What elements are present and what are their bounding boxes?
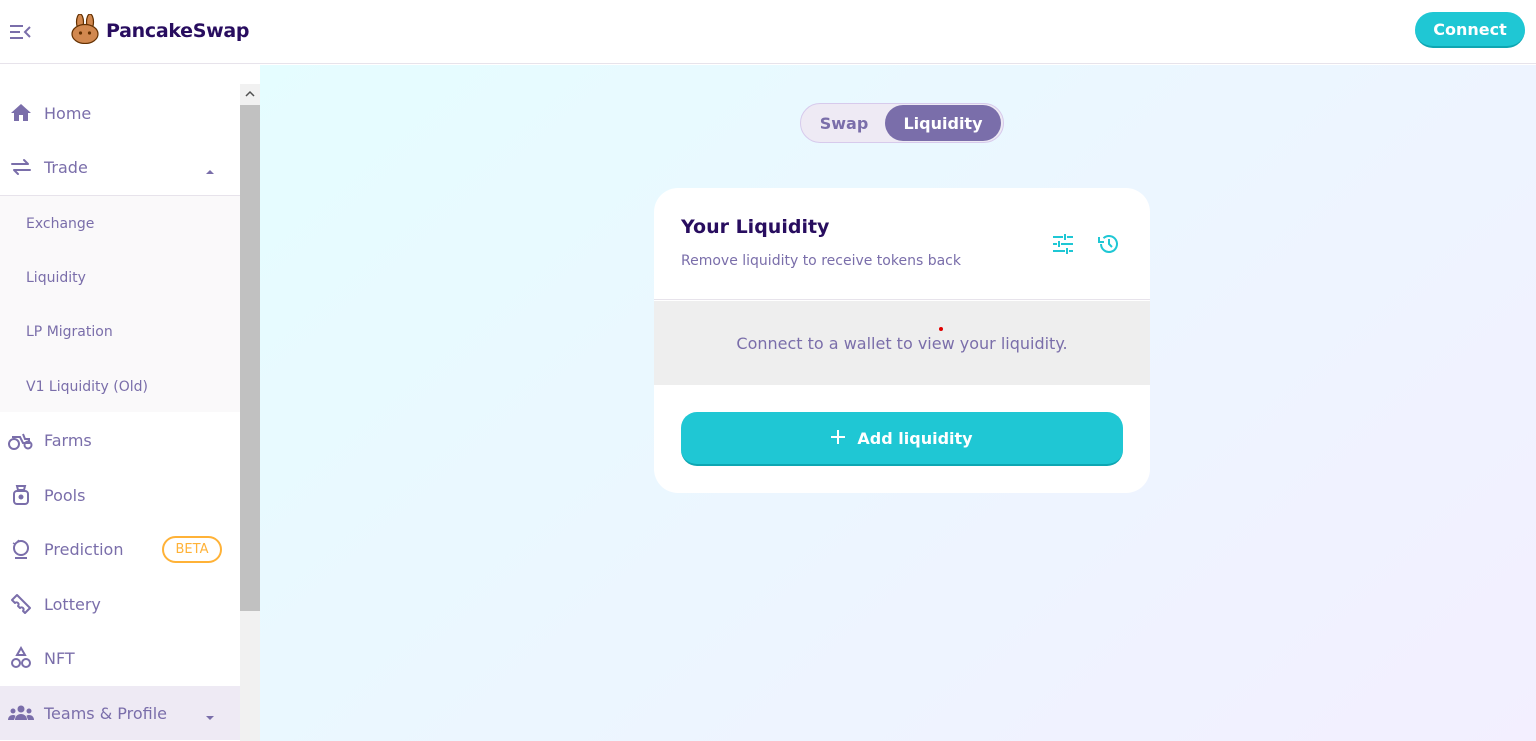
sidebar-item-label: Pools [44,485,86,505]
caret-down-icon [204,708,216,727]
settings-sliders-icon[interactable] [1050,231,1076,257]
sidebar: Home Trade Exchange Liquidity LP Migrati… [0,65,240,741]
sidebar-item-label: Home [44,103,92,123]
crystal-ball-icon [8,536,34,562]
tab-swap[interactable]: Swap [803,105,885,141]
sidebar-item-label: NFT [44,648,75,668]
beta-badge: BETA [162,536,222,563]
connect-wallet-button[interactable]: Connect [1415,12,1525,48]
card-header: Your Liquidity Remove liquidity to recei… [654,188,1150,300]
liquidity-card: Your Liquidity Remove liquidity to recei… [654,188,1150,493]
ticket-icon [8,591,34,617]
add-liquidity-button[interactable]: Add liquidity [681,412,1123,466]
sidebar-item-pools[interactable]: Pools [0,468,240,522]
plus-icon [831,429,846,448]
sidebar-item-label: Lottery [44,594,101,614]
submenu-item-liquidity[interactable]: Liquidity [0,251,240,305]
sidebar-item-lottery[interactable]: Lottery [0,577,240,631]
scroll-up-arrow-icon[interactable] [240,84,260,104]
sidebar-item-farms[interactable]: Farms [0,413,240,467]
submenu-item-lp-migration[interactable]: LP Migration [0,305,240,359]
card-subtitle: Remove liquidity to receive tokens back [681,253,961,269]
scrollbar-thumb[interactable] [240,105,260,611]
history-icon[interactable] [1096,231,1122,257]
submenu-item-exchange[interactable]: Exchange [0,197,240,251]
brand-name: PancakeSwap [106,20,250,42]
cursor-dot [939,327,943,331]
card-footer: Add liquidity [654,385,1150,493]
shapes-icon [8,645,34,671]
caret-up-icon [204,162,216,181]
add-liquidity-label: Add liquidity [857,428,973,448]
swap-arrows-icon [8,154,34,180]
sidebar-item-home[interactable]: Home [0,86,240,140]
sidebar-item-prediction[interactable]: Prediction BETA [0,522,240,576]
sidebar-item-label: Trade [44,157,88,177]
tractor-icon [8,427,34,453]
sidebar-item-nft[interactable]: NFT [0,631,240,685]
bunny-logo-icon [70,13,100,48]
empty-liquidity-message: Connect to a wallet to view your liquidi… [654,301,1150,385]
sidebar-item-label: Farms [44,430,92,450]
main-content: Swap Liquidity Your Liquidity Remove liq… [260,65,1536,741]
sidebar-scrollbar[interactable] [240,84,260,741]
sidebar-item-label: Teams & Profile [44,703,168,723]
card-title: Your Liquidity [681,216,830,238]
tab-liquidity[interactable]: Liquidity [885,105,1001,141]
top-navbar: PancakeSwap Connect [0,0,1536,64]
home-icon [8,100,34,126]
pancakeswap-logo[interactable]: PancakeSwap [70,13,250,48]
menu-collapse-icon[interactable] [8,19,34,45]
sidebar-item-teams-profile[interactable]: Teams & Profile [0,686,240,740]
submenu-item-v1-liquidity[interactable]: V1 Liquidity (Old) [0,360,240,414]
sidebar-item-trade[interactable]: Trade [0,140,240,194]
trade-submenu: Exchange Liquidity LP Migration V1 Liqui… [0,195,240,412]
team-icon [8,700,34,726]
swap-liquidity-toggle: Swap Liquidity [800,103,1004,143]
sidebar-item-label: Prediction [44,539,124,559]
pool-bag-icon [8,482,34,508]
